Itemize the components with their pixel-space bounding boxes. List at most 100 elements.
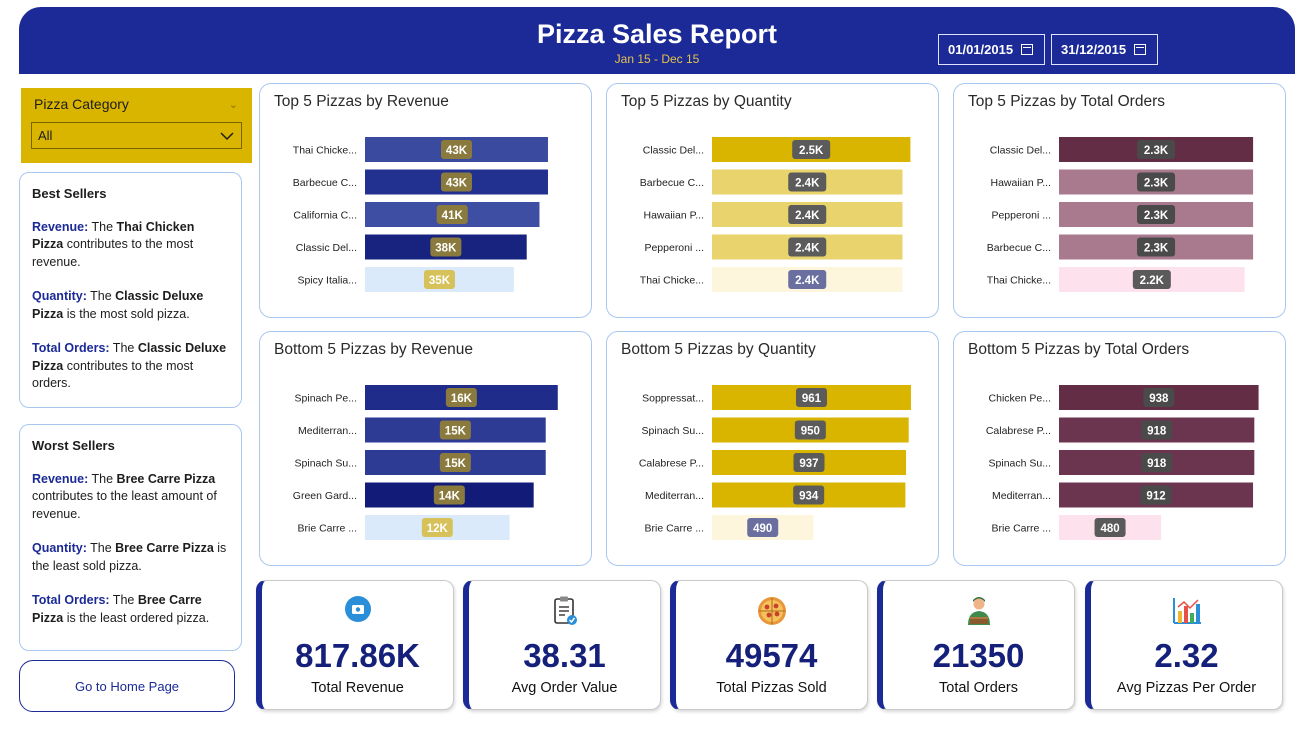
data-label: 918: [1147, 426, 1167, 438]
bar-chart-svg: Classic Del... 2.5K Barbecue C... 2.4K Hawai…: [640, 137, 911, 292]
data-label: 2.5K: [799, 145, 824, 157]
pizza-category-slicer: Pizza Category ⌄ All: [21, 88, 252, 163]
category-label: Barbecue C...: [987, 242, 1051, 254]
category-label: Hawaiian P...: [643, 210, 704, 222]
kpi-value: 38.31: [523, 637, 606, 674]
category-label: Classic Del...: [643, 145, 704, 157]
kpi-value: 817.86K: [295, 637, 420, 674]
calendar-icon[interactable]: [1134, 44, 1147, 55]
kpi-avg-pizzas-per-order: 2.32 Avg Pizzas Per Order: [1085, 580, 1283, 710]
chart-top-revenue: Top 5 Pizzas by Revenue Thai Chicke... 43…: [259, 83, 592, 318]
best-sellers-card: Best Sellers Revenue: The Thai Chicken P…: [19, 172, 242, 408]
worst-orders-text: Total Orders: The Bree Carre Pizza is th…: [32, 593, 210, 625]
data-label: 2.3K: [1144, 178, 1169, 190]
worst-revenue-text: Revenue: The Bree Carre Pizza contribute…: [32, 471, 217, 521]
end-date-value: 31/12/2015: [1061, 42, 1127, 57]
category-label: Thai Chicke...: [640, 275, 704, 287]
data-label: 2.4K: [795, 275, 820, 287]
data-label: 934: [799, 491, 819, 503]
data-label: 12K: [427, 523, 449, 535]
data-label: 938: [1149, 393, 1169, 405]
data-label: 918: [1147, 458, 1167, 470]
bar-chart-icon: [1091, 595, 1282, 627]
chevron-down-icon[interactable]: ⌄: [229, 98, 238, 111]
data-label: 35K: [429, 275, 451, 287]
category-label: Brie Carre ...: [297, 523, 357, 535]
data-label: 41K: [442, 210, 464, 222]
category-label: Calabrese P...: [986, 425, 1051, 437]
kpi-label: Total Orders: [939, 680, 1018, 696]
start-date-field[interactable]: 01/01/2015: [938, 34, 1045, 65]
data-label: 15K: [445, 458, 467, 470]
category-label: Barbecue C...: [640, 177, 704, 189]
chart-top-orders: Top 5 Pizzas by Total Orders Classic Del…: [953, 83, 1286, 318]
data-label: 2.4K: [795, 178, 820, 190]
chart-bottom-revenue: Bottom 5 Pizzas by Revenue Spinach Pe...…: [259, 331, 592, 566]
calendar-icon[interactable]: [1021, 44, 1034, 55]
category-label: Barbecue C...: [293, 177, 357, 189]
data-label: 15K: [445, 426, 467, 438]
kpi-total-revenue: 817.86K Total Revenue: [256, 580, 454, 710]
category-label: Brie Carre ...: [644, 523, 704, 535]
data-label: 2.4K: [795, 243, 820, 255]
worst-sellers-card: Worst Sellers Revenue: The Bree Carre Pi…: [19, 424, 242, 651]
kpi-label: Avg Pizzas Per Order: [1116, 680, 1257, 696]
data-label: 480: [1100, 523, 1119, 535]
bar-chart-svg: Classic Del... 2.3K Hawaiian P... 2.3K Peppe…: [987, 137, 1254, 292]
kpi-label: Total Pizzas Sold: [716, 680, 827, 696]
kpi-label: Avg Order Value: [511, 680, 618, 696]
best-orders-text: Total Orders: The Classic Deluxe Pizza c…: [32, 341, 227, 390]
category-label: Classic Del...: [296, 242, 357, 254]
kpi-value: 49574: [725, 637, 818, 674]
data-label: 2.3K: [1144, 210, 1169, 222]
category-label: Calabrese P...: [639, 458, 704, 470]
category-label: Thai Chicke...: [987, 275, 1051, 287]
best-quantity-text: Quantity: The Classic Deluxe Pizza is th…: [32, 289, 204, 321]
clipboard-icon: [469, 595, 660, 627]
category-label: Hawaiian P...: [990, 177, 1051, 189]
category-label: Green Gard...: [293, 490, 357, 502]
category-label: Pepperoni ...: [991, 210, 1051, 222]
category-label: Pepperoni ...: [644, 242, 704, 254]
data-label: 2.3K: [1144, 243, 1169, 255]
slicer-label: Pizza Category: [34, 96, 129, 112]
kpi-value: 2.32: [1154, 637, 1219, 674]
pizza-category-dropdown[interactable]: All: [31, 122, 242, 149]
bar-chart-svg: Soppressat... 961 Spinach Su... 950 Calabres…: [639, 385, 911, 540]
go-home-button[interactable]: Go to Home Page: [19, 660, 235, 712]
category-label: Chicken Pe...: [989, 393, 1051, 405]
data-label: 490: [753, 523, 772, 535]
category-label: California C...: [293, 210, 357, 222]
category-label: Soppressat...: [642, 393, 704, 405]
data-label: 43K: [446, 145, 468, 157]
worst-sellers-title: Worst Sellers: [32, 438, 115, 453]
data-label: 14K: [439, 491, 461, 503]
chevron-down-icon: [220, 131, 234, 140]
report-header: Pizza Sales Report Jan 15 - Dec 15 01/01…: [19, 7, 1295, 74]
data-label: 2.3K: [1144, 145, 1169, 157]
category-label: Spinach Su...: [295, 458, 357, 470]
category-label: Mediterran...: [298, 425, 357, 437]
kpi-total-pizzas-sold: 49574 Total Pizzas Sold: [670, 580, 868, 710]
pizza-icon: [676, 595, 867, 627]
end-date-field[interactable]: 31/12/2015: [1051, 34, 1158, 65]
category-label: Brie Carre ...: [991, 523, 1051, 535]
data-label: 961: [802, 393, 822, 405]
dropdown-value: All: [38, 128, 53, 143]
best-revenue-text: Revenue: The Thai Chicken Pizza contribu…: [32, 219, 195, 269]
chart-bottom-orders: Bottom 5 Pizzas by Total Orders Chicken …: [953, 331, 1286, 566]
worst-quantity-text: Quantity: The Bree Carre Pizza is the le…: [32, 541, 227, 573]
data-label: 937: [799, 458, 818, 470]
data-label: 950: [801, 426, 820, 438]
delivery-person-icon: [883, 595, 1074, 627]
data-label: 912: [1146, 491, 1165, 503]
data-label: 2.2K: [1140, 275, 1165, 287]
chart-top-quantity: Top 5 Pizzas by Quantity Classic Del... 2…: [606, 83, 939, 318]
data-label: 43K: [446, 178, 468, 190]
category-label: Spinach Su...: [989, 458, 1051, 470]
category-label: Thai Chicke...: [293, 145, 357, 157]
kpi-value: 21350: [932, 637, 1025, 674]
data-label: 38K: [435, 243, 457, 255]
category-label: Classic Del...: [990, 145, 1051, 157]
category-label: Spicy Italia...: [297, 275, 357, 287]
